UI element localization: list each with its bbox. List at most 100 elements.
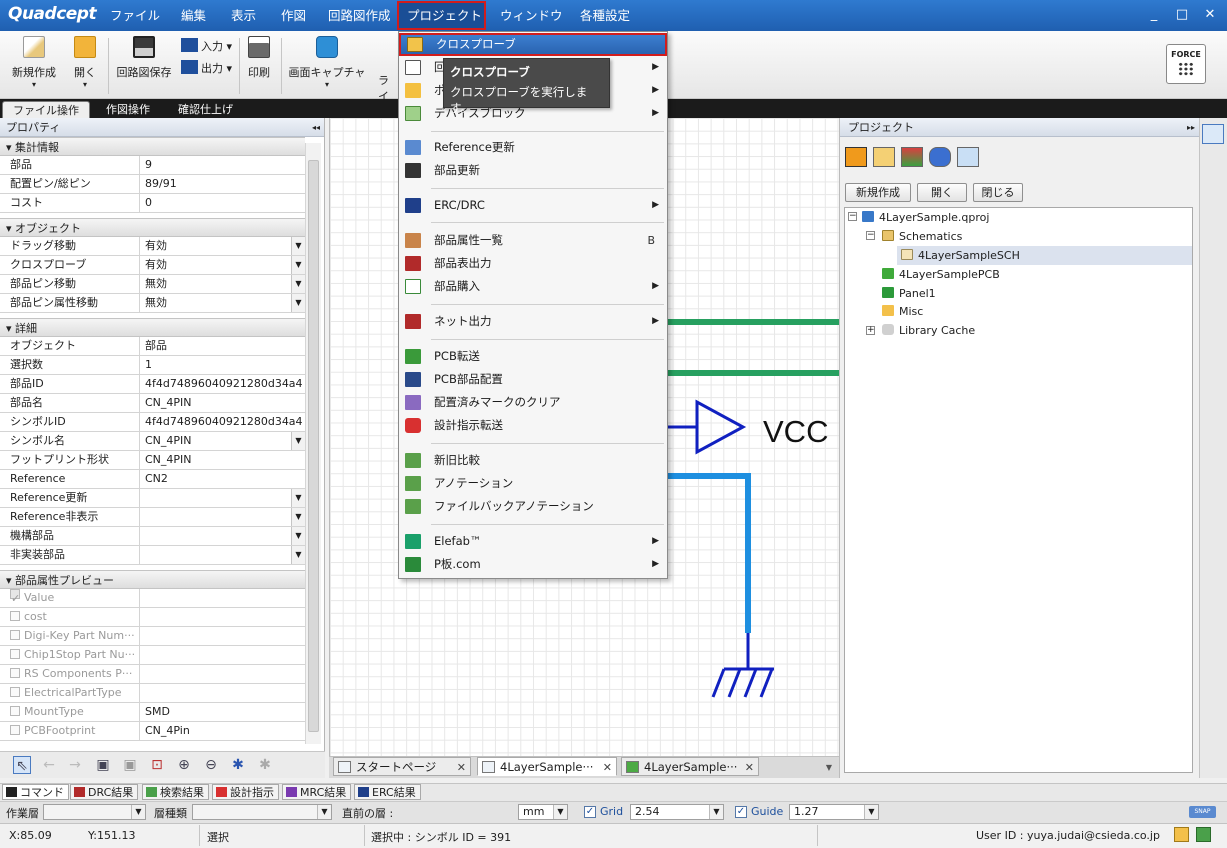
- menu-item-net-output[interactable]: ネット出力 ▶: [399, 310, 667, 333]
- arrow-right-icon[interactable]: →: [66, 756, 84, 774]
- menu-file[interactable]: ファイル: [102, 0, 168, 31]
- menu-settings[interactable]: 各種設定: [572, 0, 638, 31]
- checkbox[interactable]: [10, 687, 20, 697]
- section-preview[interactable]: ▾ 部品属性プレビュー: [0, 570, 305, 589]
- layer-type-select[interactable]: ▼: [192, 804, 332, 820]
- new-button[interactable]: 新規作成 ▾: [8, 36, 60, 89]
- component-icon[interactable]: [873, 147, 895, 167]
- dropdown-arrow-icon[interactable]: ▼: [291, 432, 305, 450]
- close-tab-icon[interactable]: ✕: [745, 758, 754, 777]
- tab-command[interactable]: コマンド: [2, 784, 69, 800]
- tab-search-result[interactable]: 検索結果: [142, 784, 209, 800]
- menu-item-cross-probe[interactable]: クロスプローブ: [399, 33, 667, 56]
- tree-item-library-cache[interactable]: Library Cache: [882, 321, 975, 340]
- tree-item-misc[interactable]: Misc: [882, 302, 923, 321]
- checkbox[interactable]: [10, 668, 20, 678]
- minimize-button[interactable]: _: [1144, 6, 1164, 24]
- menu-item-reference-update[interactable]: Reference更新: [399, 136, 667, 159]
- menu-draw[interactable]: 作図: [273, 0, 314, 31]
- fit-view-icon[interactable]: ⊡: [148, 756, 166, 774]
- library-icon[interactable]: [957, 147, 979, 167]
- tree-item-schematic-sheet[interactable]: 4LayerSampleSCH: [901, 246, 1020, 265]
- open-button[interactable]: 開く ▾: [68, 36, 102, 89]
- prop-select[interactable]: 無効 ▼: [140, 294, 305, 312]
- tab-drc-result[interactable]: DRC結果: [70, 784, 139, 800]
- dropdown-arrow-icon[interactable]: ▼: [291, 508, 305, 526]
- scrollbar-thumb[interactable]: [308, 160, 319, 732]
- menu-schematic[interactable]: 回路図作成: [320, 0, 399, 31]
- menu-item-part-purchase[interactable]: 部品購入 ▶: [399, 275, 667, 298]
- prop-select[interactable]: 無効 ▼: [140, 275, 305, 293]
- section-object[interactable]: ▾ オブジェクト: [0, 218, 305, 237]
- settings-gear-disabled-icon[interactable]: ✱: [256, 756, 274, 774]
- grid-checkbox[interactable]: ✓: [584, 806, 596, 818]
- menu-item-pban[interactable]: P板.com ▶: [399, 553, 667, 576]
- prop-select[interactable]: ▼: [140, 489, 305, 507]
- preview-window-icon[interactable]: [1202, 124, 1224, 144]
- menu-item-elefab[interactable]: Elefab™ ▶: [399, 530, 667, 553]
- checkbox[interactable]: [10, 611, 20, 621]
- close-tab-icon[interactable]: ✕: [457, 758, 466, 777]
- dropdown-arrow-icon[interactable]: ▼: [291, 546, 305, 564]
- dropdown-arrow-icon[interactable]: ▼: [291, 489, 305, 507]
- prop-select[interactable]: CN_4PIN ▼: [140, 432, 305, 450]
- tab-schematic[interactable]: 4LayerSample··· ✕: [477, 757, 617, 776]
- tab-mrc-result[interactable]: MRC結果: [282, 784, 352, 800]
- menu-item-erc-drc[interactable]: ERC/DRC ▶: [399, 194, 667, 217]
- guide-value-select[interactable]: 1.27 ▼: [789, 804, 879, 820]
- snap-button[interactable]: SNAP: [1189, 806, 1216, 818]
- tree-item-project[interactable]: 4LayerSample.qproj: [862, 208, 989, 227]
- screen-capture-button[interactable]: 画面キャプチャ ▾: [287, 36, 367, 89]
- prop-select[interactable]: 有効 ▼: [140, 237, 305, 255]
- menu-item-annotation[interactable]: アノテーション: [399, 472, 667, 495]
- collapse-left-button[interactable]: ◂◂: [312, 118, 320, 137]
- guide-checkbox[interactable]: ✓: [735, 806, 747, 818]
- save-icon[interactable]: ▣: [94, 756, 112, 774]
- section-summary[interactable]: ▾ 集計情報: [0, 137, 305, 156]
- menu-project[interactable]: プロジェクト: [397, 1, 486, 30]
- project-file-icon[interactable]: [845, 147, 867, 167]
- menu-item-bom-output[interactable]: 部品表出力: [399, 252, 667, 275]
- check-ok-icon[interactable]: [1196, 827, 1211, 842]
- unit-select[interactable]: mm ▼: [518, 804, 568, 820]
- checkbox[interactable]: [10, 630, 20, 640]
- close-window-button[interactable]: ✕: [1200, 6, 1220, 24]
- tab-erc-result[interactable]: ERC結果: [354, 784, 421, 800]
- menu-edit[interactable]: 編集: [173, 0, 214, 31]
- tab-list-dropdown-icon[interactable]: ▼: [822, 760, 836, 776]
- grid-value-select[interactable]: 2.54 ▼: [630, 804, 724, 820]
- prop-value[interactable]: 4f4d74896040921280d34a4: [140, 375, 305, 393]
- menu-item-pcb-transfer[interactable]: PCB転送: [399, 345, 667, 368]
- zoom-out-icon[interactable]: ⊖: [202, 756, 220, 774]
- tree-item-panel[interactable]: Panel1: [882, 284, 936, 303]
- tree-expand-icon[interactable]: +: [866, 326, 875, 335]
- tab-start-page[interactable]: スタートページ ✕: [333, 757, 471, 776]
- prop-value[interactable]: CN_4PIN: [140, 394, 305, 412]
- vcc-net-label[interactable]: VCC: [763, 414, 828, 450]
- checkbox[interactable]: ✓: [10, 589, 20, 605]
- force-button[interactable]: FORCE: [1166, 44, 1206, 84]
- tree-item-schematics[interactable]: Schematics: [882, 227, 962, 246]
- menu-item-back-annotation[interactable]: ファイルバックアノテーション: [399, 495, 667, 518]
- checkbox[interactable]: [10, 725, 20, 735]
- layers-icon[interactable]: [901, 147, 923, 167]
- dropdown-arrow-icon[interactable]: ▼: [291, 294, 305, 312]
- tree-collapse-icon[interactable]: −: [848, 212, 857, 221]
- dropdown-arrow-icon[interactable]: ▼: [291, 256, 305, 274]
- save-schematic-button[interactable]: 回路図保存: [114, 36, 174, 80]
- checkbox[interactable]: [10, 649, 20, 659]
- dropdown-arrow-icon[interactable]: ▼: [291, 237, 305, 255]
- tab-pcb[interactable]: 4LayerSample··· ✕: [621, 757, 759, 776]
- zoom-in-icon[interactable]: ⊕: [175, 756, 193, 774]
- tree-collapse-icon[interactable]: −: [866, 231, 875, 240]
- menu-view[interactable]: 表示: [223, 0, 264, 31]
- menu-item-pcb-placement[interactable]: PCB部品配置: [399, 368, 667, 391]
- prop-select[interactable]: 有効 ▼: [140, 256, 305, 274]
- tab-finishing[interactable]: 確認仕上げ: [168, 101, 243, 118]
- menu-item-design-instruction[interactable]: 設計指示転送: [399, 414, 667, 437]
- print-button[interactable]: 印刷: [244, 36, 274, 80]
- tree-item-pcb[interactable]: 4LayerSamplePCB: [882, 265, 1000, 284]
- input-button[interactable]: 入力 ▾: [181, 38, 232, 54]
- prop-select[interactable]: ▼: [140, 508, 305, 526]
- prop-value[interactable]: CN2: [140, 470, 305, 488]
